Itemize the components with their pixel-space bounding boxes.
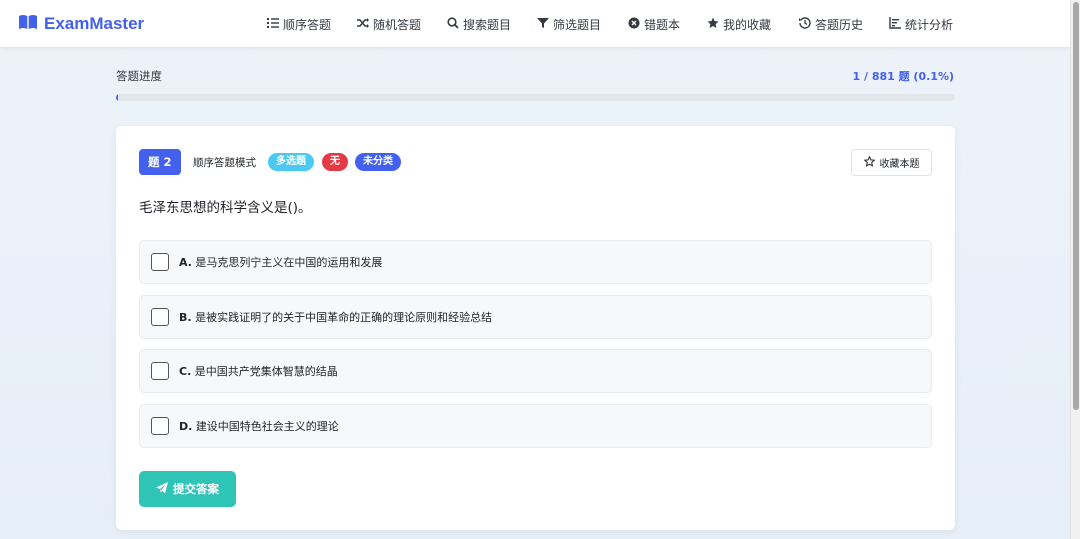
option-letter: D.	[179, 420, 193, 433]
nav-label: 错题本	[644, 17, 681, 32]
nav-label: 统计分析	[905, 17, 954, 32]
nav-statistics[interactable]: 统计分析	[889, 15, 953, 33]
search-icon	[447, 16, 459, 32]
option-d[interactable]: D. 建设中国特色社会主义的理论	[139, 404, 932, 448]
option-text: 是中国共产党集体智慧的结晶	[194, 365, 338, 378]
nav-random[interactable]: 随机答题	[357, 15, 421, 33]
submit-answer-button[interactable]: 提交答案	[139, 471, 236, 507]
scrollbar-thumb[interactable]	[1073, 2, 1079, 410]
difficulty-badge: 无	[322, 153, 348, 171]
shuffle-icon	[357, 17, 369, 32]
nav-label: 搜索题目	[463, 17, 512, 32]
progress-fill	[116, 94, 118, 101]
history-icon	[799, 16, 811, 32]
option-checkbox[interactable]	[151, 253, 169, 271]
brand-name: ExamMaster	[44, 14, 145, 33]
option-letter: B.	[179, 311, 192, 324]
nav-wrong-book[interactable]: 错题本	[628, 15, 680, 33]
option-b[interactable]: B. 是被实践证明了的关于中国革命的正确的理论原则和经验总结	[139, 295, 932, 339]
question-number-badge: 题 2	[139, 149, 181, 175]
chart-icon	[889, 16, 901, 32]
nav-history[interactable]: 答题历史	[799, 15, 863, 33]
nav-label: 答题历史	[815, 17, 864, 32]
favorite-button[interactable]: 收藏本题	[851, 149, 932, 176]
question-card: 题 2 顺序答题模式 多选题 无 未分类 收藏本题 毛泽东思想的科学含义是()。…	[116, 126, 955, 530]
star-outline-icon	[863, 154, 875, 170]
star-icon	[707, 17, 719, 32]
submit-label: 提交答案	[173, 482, 219, 496]
nav-label: 顺序答题	[283, 17, 332, 32]
nav-label: 随机答题	[373, 17, 422, 32]
option-letter: C.	[179, 365, 192, 378]
nav-filter[interactable]: 筛选题目	[537, 15, 601, 33]
favorite-button-label: 收藏本题	[879, 159, 920, 170]
nav-search[interactable]: 搜索题目	[447, 15, 511, 33]
brand-logo[interactable]: ExamMaster	[18, 13, 144, 35]
option-checkbox[interactable]	[151, 362, 169, 380]
category-badge: 未分类	[355, 153, 401, 171]
answer-mode-label: 顺序答题模式	[193, 157, 256, 169]
navbar: ExamMaster 顺序答题 随机答题 搜索题目 筛选题目 错题本 我的收藏 …	[0, 0, 1070, 48]
option-letter: A.	[179, 256, 192, 269]
option-text: 是被实践证明了的关于中国革命的正确的理论原则和经验总结	[195, 311, 493, 324]
question-text: 毛泽东思想的科学含义是()。	[139, 200, 312, 216]
nav-favorites[interactable]: 我的收藏	[707, 15, 771, 33]
x-circle-icon	[628, 17, 640, 32]
nav-label: 筛选题目	[553, 17, 602, 32]
progress-bar	[116, 94, 955, 101]
progress-label: 答题进度	[116, 69, 162, 83]
paper-plane-icon	[156, 481, 168, 497]
option-checkbox[interactable]	[151, 417, 169, 435]
option-a[interactable]: A. 是马克思列宁主义在中国的运用和发展	[139, 240, 932, 284]
option-c[interactable]: C. 是中国共产党集体智慧的结晶	[139, 349, 932, 393]
option-checkbox[interactable]	[151, 308, 169, 326]
filter-icon	[537, 17, 549, 32]
book-open-icon	[18, 14, 38, 35]
page-scrollbar[interactable]	[1070, 0, 1080, 539]
option-text: 是马克思列宁主义在中国的运用和发展	[195, 256, 383, 269]
nav-label: 我的收藏	[723, 17, 772, 32]
nav-sequential[interactable]: 顺序答题	[267, 15, 331, 33]
list-ordered-icon	[267, 17, 279, 32]
question-type-badge: 多选题	[268, 153, 314, 171]
option-text: 建设中国特色社会主义的理论	[195, 420, 339, 433]
progress-count: 1 / 881 题 (0.1%)	[852, 70, 954, 83]
